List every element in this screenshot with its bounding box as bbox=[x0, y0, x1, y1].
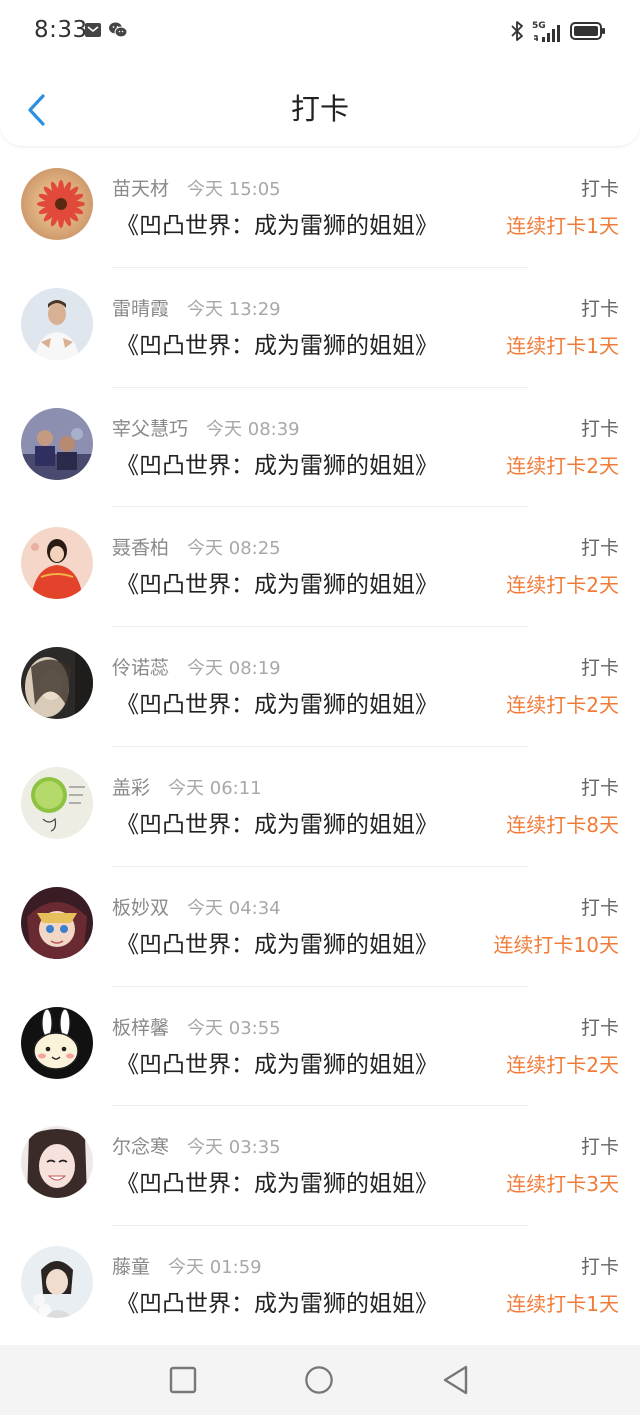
checkin-time: 今天 08:39 bbox=[206, 418, 300, 440]
streak-label: 连续打卡2天 bbox=[506, 1052, 619, 1077]
book-title[interactable]: 《凹凸世界：成为雷狮的姐姐》 bbox=[116, 565, 438, 599]
nav-bar: 打卡 bbox=[0, 78, 640, 140]
checkin-row[interactable]: 苗天材 今天 15:05 《凹凸世界：成为雷狮的姐姐》 打卡连续打卡1天 bbox=[0, 148, 640, 268]
user-name[interactable]: 苗天材 bbox=[112, 174, 169, 201]
recent-apps-button[interactable] bbox=[168, 1365, 198, 1395]
checkin-row[interactable]: 板妙双 今天 04:34 《凹凸世界：成为雷狮的姐姐》 打卡连续打卡10天 bbox=[0, 867, 640, 987]
checkin-row[interactable]: 伶诺蕊 今天 08:19 《凹凸世界：成为雷狮的姐姐》 打卡连续打卡2天 bbox=[0, 627, 640, 747]
avatar[interactable] bbox=[21, 1246, 93, 1319]
system-nav-bar bbox=[0, 1345, 640, 1415]
streak-label: 连续打卡3天 bbox=[506, 1172, 619, 1197]
streak-label: 连续打卡1天 bbox=[506, 214, 619, 238]
avatar[interactable] bbox=[21, 407, 93, 480]
streak-label: 连续打卡1天 bbox=[506, 1292, 619, 1317]
book-title[interactable]: 《凹凸世界：成为雷狮的姐姐》 bbox=[116, 1284, 438, 1318]
battery-icon bbox=[570, 21, 606, 45]
checkin-label: 打卡 bbox=[580, 657, 619, 680]
checkin-row[interactable]: 宰父慧巧 今天 08:39 《凹凸世界：成为雷狮的姐姐》 打卡连续打卡2天 bbox=[0, 388, 640, 508]
system-back-button[interactable] bbox=[440, 1365, 470, 1395]
status-bar: 8:33 5G bbox=[0, 0, 640, 62]
checkin-row[interactable]: 盖彩 今天 06:11 《凹凸世界：成为雷狮的姐姐》 打卡连续打卡8天 bbox=[0, 747, 640, 867]
checkin-label: 打卡 bbox=[580, 417, 619, 440]
avatar[interactable] bbox=[21, 1006, 93, 1079]
user-name[interactable]: 伶诺蕊 bbox=[112, 653, 169, 680]
streak-label: 连续打卡1天 bbox=[506, 333, 619, 358]
checkin-row[interactable]: 藤童 今天 01:59 《凹凸世界：成为雷狮的姐姐》 打卡连续打卡1天 bbox=[0, 1226, 640, 1346]
avatar[interactable] bbox=[21, 886, 93, 959]
bluetooth-icon bbox=[510, 20, 524, 46]
back-icon bbox=[443, 1365, 468, 1395]
streak-label: 连续打卡2天 bbox=[506, 573, 619, 598]
status-right-icons: 5G bbox=[510, 20, 606, 46]
user-name[interactable]: 盖彩 bbox=[112, 773, 150, 800]
checkin-row[interactable]: 雷晴霞 今天 13:29 《凹凸世界：成为雷狮的姐姐》 打卡连续打卡1天 bbox=[0, 268, 640, 388]
checkin-row[interactable]: 板梓馨 今天 03:55 《凹凸世界：成为雷狮的姐姐》 打卡连续打卡2天 bbox=[0, 987, 640, 1107]
book-title[interactable]: 《凹凸世界：成为雷狮的姐姐》 bbox=[116, 685, 438, 719]
page-title: 打卡 bbox=[290, 92, 349, 126]
book-title[interactable]: 《凹凸世界：成为雷狮的姐姐》 bbox=[116, 805, 438, 839]
checkin-time: 今天 03:55 bbox=[187, 1017, 281, 1039]
user-name[interactable]: 聂香柏 bbox=[112, 533, 169, 560]
book-title[interactable]: 《凹凸世界：成为雷狮的姐姐》 bbox=[116, 1164, 438, 1198]
checkin-time: 今天 03:35 bbox=[187, 1137, 281, 1159]
signal-5g-icon: 5G bbox=[532, 21, 562, 44]
book-title[interactable]: 《凹凸世界：成为雷狮的姐姐》 bbox=[116, 206, 438, 240]
checkin-time: 今天 01:59 bbox=[168, 1257, 262, 1279]
avatar[interactable] bbox=[21, 168, 93, 240]
book-title[interactable]: 《凹凸世界：成为雷狮的姐姐》 bbox=[116, 326, 438, 360]
status-time: 8:33 bbox=[34, 17, 88, 43]
avatar[interactable] bbox=[21, 527, 93, 600]
book-title[interactable]: 《凹凸世界：成为雷狮的姐姐》 bbox=[116, 446, 438, 480]
recent-apps-icon bbox=[169, 1366, 197, 1394]
checkin-time: 今天 13:29 bbox=[187, 298, 281, 320]
checkin-label: 打卡 bbox=[580, 178, 619, 200]
wechat-icon bbox=[108, 21, 128, 43]
user-name[interactable]: 雷晴霞 bbox=[112, 294, 169, 321]
user-name[interactable]: 板梓馨 bbox=[112, 1013, 169, 1040]
streak-label: 连续打卡2天 bbox=[506, 453, 619, 478]
checkin-time: 今天 04:34 bbox=[187, 897, 281, 919]
home-button[interactable] bbox=[304, 1365, 334, 1395]
checkin-label: 打卡 bbox=[580, 297, 619, 320]
avatar[interactable] bbox=[21, 1126, 93, 1199]
checkin-label: 打卡 bbox=[580, 1136, 619, 1159]
streak-label: 连续打卡10天 bbox=[493, 932, 619, 957]
checkin-label: 打卡 bbox=[580, 1256, 619, 1279]
checkin-label: 打卡 bbox=[580, 537, 619, 560]
checkin-row[interactable]: 聂香柏 今天 08:25 《凹凸世界：成为雷狮的姐姐》 打卡连续打卡2天 bbox=[0, 507, 640, 628]
checkin-label: 打卡 bbox=[580, 776, 619, 799]
home-icon bbox=[305, 1366, 333, 1394]
book-title[interactable]: 《凹凸世界：成为雷狮的姐姐》 bbox=[116, 1045, 438, 1079]
avatar[interactable] bbox=[21, 287, 93, 360]
status-left-icons bbox=[84, 21, 128, 43]
checkin-row[interactable]: 尔念寒 今天 03:35 《凹凸世界：成为雷狮的姐姐》 打卡连续打卡3天 bbox=[0, 1106, 640, 1227]
message-icon bbox=[84, 21, 102, 43]
avatar[interactable] bbox=[21, 647, 93, 720]
checkin-list: 苗天材 今天 15:05 《凹凸世界：成为雷狮的姐姐》 打卡 连续打卡1天 雷晴霞 今天 1… bbox=[0, 148, 640, 1346]
checkin-time: 今天 15:05 bbox=[187, 179, 281, 200]
user-name[interactable]: 尔念寒 bbox=[112, 1132, 169, 1159]
checkin-label: 打卡 bbox=[580, 1016, 619, 1039]
user-name[interactable]: 宰父慧巧 bbox=[112, 414, 188, 441]
header: 8:33 5G 打卡 bbox=[0, 0, 640, 146]
book-title[interactable]: 《凹凸世界：成为雷狮的姐姐》 bbox=[116, 925, 438, 959]
checkin-time: 今天 08:19 bbox=[187, 658, 281, 680]
streak-label: 连续打卡8天 bbox=[506, 812, 619, 837]
checkin-time: 今天 06:11 bbox=[168, 777, 262, 799]
streak-label: 连续打卡2天 bbox=[506, 693, 619, 718]
checkin-time: 今天 08:25 bbox=[187, 538, 281, 560]
checkin-label: 打卡 bbox=[580, 896, 619, 919]
avatar[interactable] bbox=[21, 766, 93, 839]
user-name[interactable]: 藤童 bbox=[112, 1252, 150, 1279]
user-name[interactable]: 板妙双 bbox=[112, 893, 169, 920]
